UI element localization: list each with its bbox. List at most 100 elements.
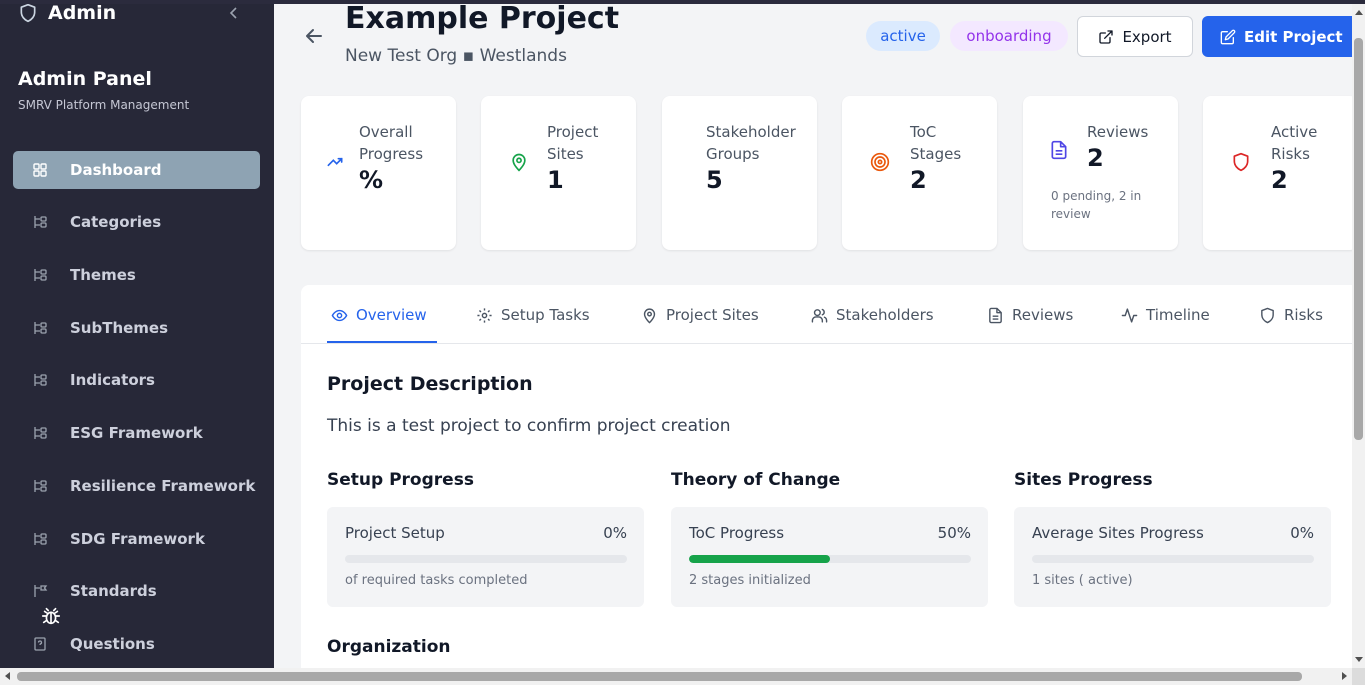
users-icon [811, 308, 828, 323]
project-subtitle: New Test Org ▪ Westlands [345, 46, 567, 66]
progress-percent: 0% [603, 524, 627, 542]
sidebar-title: Admin Panel [18, 68, 152, 90]
window-top-border [0, 0, 1365, 4]
grid-icon [33, 163, 47, 177]
stat-note: 0 pending, 2 in review [1051, 189, 1142, 221]
tab-label: Stakeholders [836, 306, 934, 324]
sidebar: Admin Admin Panel SMRV Platform Manageme… [0, 0, 274, 668]
phase-badge: onboarding [950, 21, 1068, 51]
sidebar-item-indicators[interactable]: Indicators [13, 361, 260, 399]
sidebar-item-themes[interactable]: Themes [13, 256, 260, 294]
sidebar-item-label: ESG Framework [70, 424, 203, 442]
sidebar-item-label: Indicators [70, 371, 155, 389]
trending-up-icon [327, 157, 343, 167]
tab-risks[interactable]: Risks [1259, 301, 1323, 329]
shield-icon [1233, 152, 1249, 172]
tab-label: Reviews [1012, 306, 1074, 324]
tab-timeline[interactable]: Timeline [1121, 301, 1210, 329]
chevron-left-icon [229, 7, 237, 19]
sidebar-item-categories[interactable]: Categories [13, 203, 260, 241]
map-pin-icon [512, 153, 526, 172]
export-label: Export [1122, 27, 1172, 46]
sites-progress-heading: Sites Progress [1014, 470, 1153, 490]
tab-overview[interactable]: Overview [331, 301, 427, 329]
stat-card-active-risks: Active Risks 2 [1203, 96, 1352, 250]
eye-icon [331, 309, 348, 321]
sidebar-item-label: SubThemes [70, 319, 169, 337]
progress-percent: 50% [937, 524, 971, 542]
organization-heading: Organization [327, 637, 451, 657]
tree-icon [34, 480, 47, 492]
toc-heading: Theory of Change [671, 470, 841, 490]
sidebar-item-questions[interactable]: Questions [13, 625, 260, 663]
description-heading: Project Description [327, 373, 533, 395]
stat-value: 2 [910, 166, 927, 194]
progress-bar [345, 555, 627, 563]
tab-project-sites[interactable]: Project Sites [641, 301, 759, 329]
stat-label: Project Sites [547, 123, 599, 163]
scroll-left-arrow[interactable] [5, 672, 10, 680]
export-button[interactable]: Export [1077, 16, 1193, 57]
tab-label: Risks [1284, 306, 1323, 324]
vertical-scrollbar[interactable] [1352, 4, 1365, 668]
file-text-icon [989, 307, 1002, 323]
tab-stakeholders[interactable]: Stakeholders [811, 301, 934, 329]
bug-icon[interactable] [40, 605, 62, 627]
tree-icon [34, 374, 47, 386]
tab-label: Timeline [1146, 306, 1210, 324]
collapse-sidebar-button[interactable] [228, 5, 240, 24]
map-pin-icon [643, 307, 656, 324]
sidebar-item-label: Questions [70, 635, 155, 653]
progress-bar [1032, 555, 1314, 563]
scroll-down-arrow[interactable] [1355, 657, 1363, 662]
tree-icon [34, 322, 47, 334]
main-content: Example Project New Test Org ▪ Westlands… [274, 4, 1352, 668]
sidebar-item-resilience-framework[interactable]: Resilience Framework [13, 467, 260, 505]
toc-progress-card: ToC Progress 50% 2 stages initialized [671, 507, 988, 607]
sidebar-item-sdg-framework[interactable]: SDG Framework [13, 520, 260, 558]
stat-value: 1 [547, 166, 564, 194]
progress-note: of required tasks completed [345, 573, 528, 588]
progress-bar [689, 555, 971, 563]
horizontal-scroll-thumb[interactable] [17, 672, 1302, 681]
sites-progress-card: Average Sites Progress 0% 1 sites ( acti… [1014, 507, 1331, 607]
tree-flag-icon [34, 585, 48, 597]
scroll-up-arrow[interactable] [1355, 10, 1363, 15]
stat-label: Reviews [1087, 123, 1149, 141]
back-arrow-icon[interactable] [302, 24, 326, 48]
scroll-right-arrow[interactable] [1342, 672, 1347, 680]
shield-icon [1261, 307, 1274, 323]
sidebar-item-esg-framework[interactable]: ESG Framework [13, 414, 260, 452]
stat-card-reviews: Reviews 2 0 pending, 2 in review [1023, 96, 1178, 250]
tab-label: Project Sites [666, 306, 759, 324]
sidebar-item-dashboard[interactable]: Dashboard [13, 151, 260, 189]
horizontal-scrollbar[interactable] [0, 668, 1352, 685]
subtitle-separator: ▪ [462, 46, 475, 66]
progress-note: 1 sites ( active) [1032, 573, 1133, 588]
edit-icon [1220, 29, 1236, 44]
activity-icon [1121, 307, 1138, 323]
stat-value: % [359, 166, 384, 194]
project-description: This is a test project to confirm projec… [327, 416, 731, 436]
sidebar-subtitle: SMRV Platform Management [18, 98, 190, 112]
external-link-icon [1099, 29, 1114, 44]
progress-label: ToC Progress [689, 524, 785, 542]
tab-reviews[interactable]: Reviews [987, 301, 1073, 329]
stat-card-toc-stages: ToC Stages 2 [842, 96, 997, 250]
tree-icon [34, 533, 47, 545]
project-tabs-panel: Overview Setup Tasks Project Sites Stake… [301, 285, 1352, 668]
edit-project-button[interactable]: Edit Project [1202, 16, 1352, 57]
page-title: Example Project [345, 4, 620, 36]
tab-label: Overview [356, 306, 427, 324]
sidebar-item-label: Categories [70, 213, 162, 231]
stat-label: Overall Progress [359, 123, 424, 163]
tabs-divider [301, 343, 1352, 344]
sidebar-item-label: Dashboard [70, 161, 162, 179]
vertical-scroll-thumb[interactable] [1354, 38, 1363, 440]
progress-label: Average Sites Progress [1032, 524, 1204, 542]
sidebar-item-subthemes[interactable]: SubThemes [13, 309, 260, 347]
sidebar-item-label: Resilience Framework [70, 477, 256, 495]
stat-label: Active Risks [1271, 123, 1318, 163]
edit-project-label: Edit Project [1244, 27, 1343, 46]
tab-setup-tasks[interactable]: Setup Tasks [476, 301, 590, 329]
